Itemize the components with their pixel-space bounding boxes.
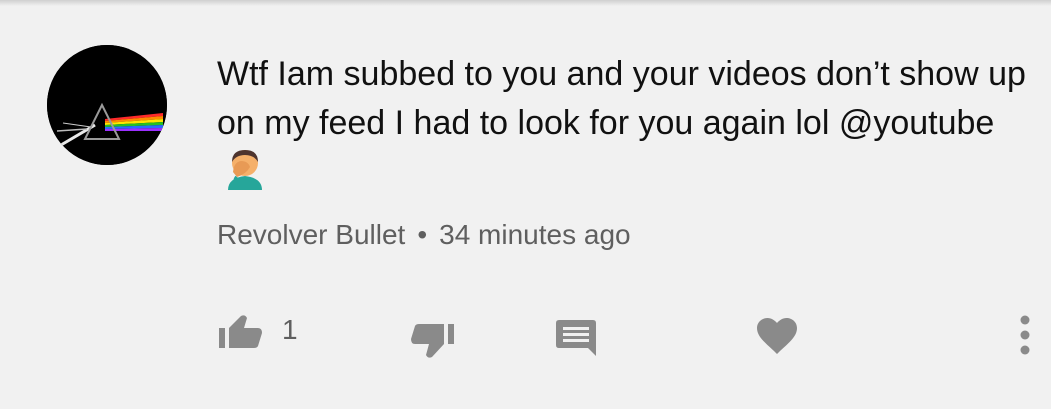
dislike-button[interactable] [410, 322, 456, 365]
comment-body: Wtf Iam subbed to you and your videos do… [217, 55, 1026, 142]
heart-icon [757, 318, 797, 354]
reply-icon [556, 320, 596, 356]
reply-button[interactable] [556, 318, 598, 363]
comment-text: Wtf Iam subbed to you and your videos do… [217, 50, 1027, 204]
like-count: 1 [282, 314, 298, 345]
top-divider-shadow [0, 0, 1051, 6]
heart-button[interactable] [756, 318, 798, 361]
comment-timestamp: 34 minutes ago [439, 219, 631, 250]
more-options-button[interactable] [1018, 315, 1032, 360]
thumb-up-icon [219, 315, 262, 348]
avatar[interactable] [47, 45, 167, 165]
prism-avatar-image [47, 45, 167, 165]
comment-meta: Revolver Bullet • 34 minutes ago [217, 219, 631, 251]
man-facepalming-emoji-icon [223, 148, 267, 204]
like-button[interactable] [217, 314, 263, 355]
more-vert-icon [1020, 315, 1030, 355]
author-name[interactable]: Revolver Bullet [217, 219, 405, 250]
meta-separator: • [417, 219, 428, 250]
thumb-down-icon [411, 324, 454, 358]
